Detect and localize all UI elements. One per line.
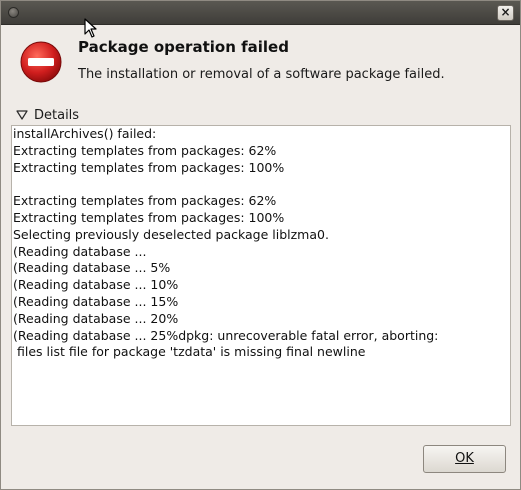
details-label: Details [34, 107, 80, 123]
details-log-text[interactable]: installArchives() failed: Extracting tem… [12, 126, 510, 361]
dialog-window: × Package operation failed The installat… [0, 0, 521, 490]
details-textview[interactable]: installArchives() failed: Extracting tem… [11, 125, 511, 426]
title-bar[interactable]: × [1, 1, 520, 25]
ok-button[interactable]: OK [423, 445, 506, 473]
dialog-message: The installation or removal of a softwar… [78, 67, 445, 82]
dialog-heading: Package operation failed [78, 38, 289, 56]
details-expander[interactable]: Details [15, 106, 79, 124]
triangle-down-icon [16, 110, 28, 120]
window-menu-icon[interactable] [8, 7, 19, 18]
close-button[interactable]: × [497, 5, 514, 21]
mouse-cursor-icon [84, 18, 97, 38]
error-stop-icon [20, 41, 62, 83]
close-icon: × [500, 5, 511, 19]
